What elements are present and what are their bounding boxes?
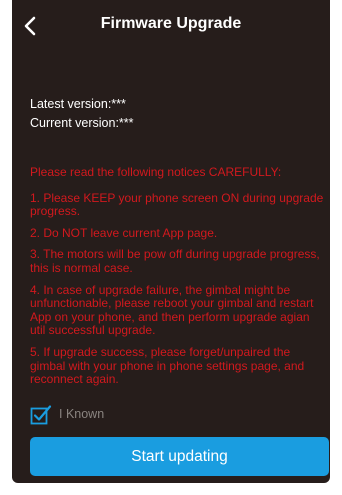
acknowledge-checkbox[interactable]: [30, 404, 52, 425]
notice-item: 5. If upgrade success, please forget/unp…: [30, 344, 305, 387]
upgrade-notices: Please read the following notices CAREFU…: [30, 165, 326, 395]
notice-item: 1. Please KEEP your phone screen ON duri…: [30, 190, 324, 219]
firmware-upgrade-screen: Firmware Upgrade Latest version:*** Curr…: [12, 0, 330, 483]
header: Firmware Upgrade: [12, 0, 330, 52]
acknowledge-checkbox-row[interactable]: I Known: [30, 403, 104, 425]
notice-item: 3. The motors will be pow off during upg…: [30, 247, 320, 275]
acknowledge-label: I Known: [59, 407, 105, 421]
latest-version-text: Latest version:***: [30, 97, 126, 111]
page-title: Firmware Upgrade: [100, 15, 242, 32]
start-updating-button[interactable]: Start updating: [30, 437, 329, 476]
notice-item: 2. Do NOT leave current App page.: [30, 225, 218, 240]
checked-checkbox-icon: [30, 405, 52, 425]
current-version-text: Current version:***: [30, 116, 134, 130]
notices-heading: Please read the following notices CAREFU…: [30, 165, 282, 179]
notice-item: 4. In case of upgrade failure, the gimba…: [30, 282, 314, 338]
